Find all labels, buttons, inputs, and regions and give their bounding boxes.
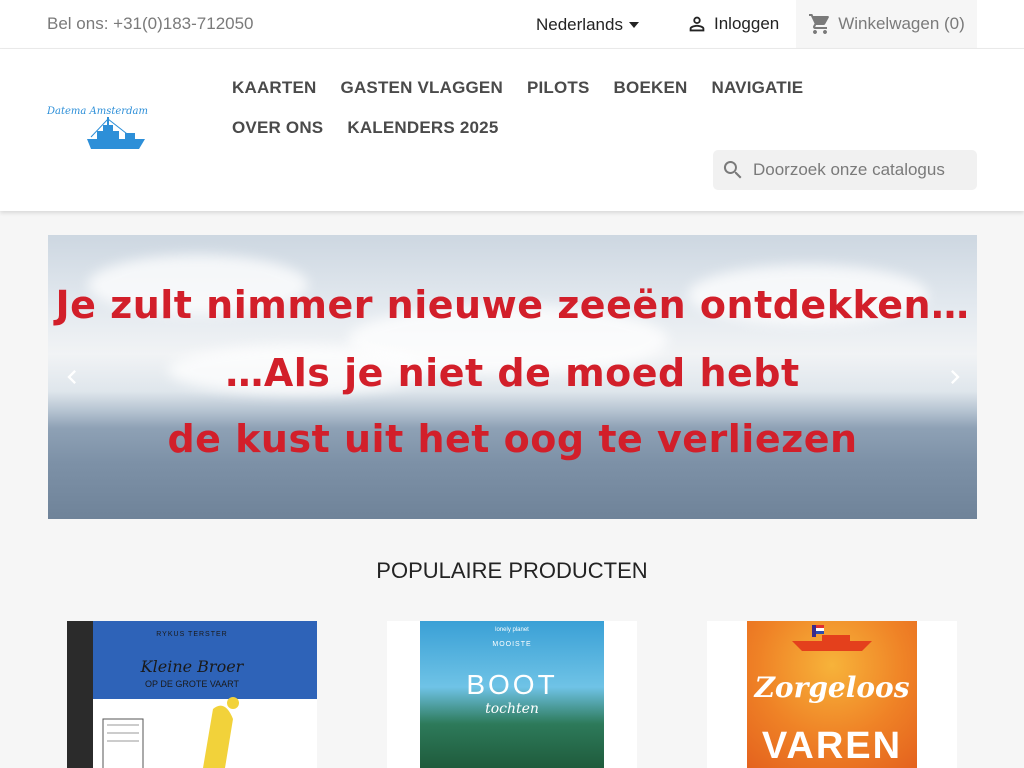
product-card[interactable]: Zorgeloos VAREN (707, 621, 957, 768)
chevron-left-icon[interactable] (58, 363, 86, 391)
illustration-image (93, 697, 317, 768)
book-title: BOOT (466, 669, 558, 700)
cart-label: Winkelwagen (0) (838, 14, 965, 33)
login-label: Inloggen (714, 14, 780, 33)
nav-item-kaarten[interactable]: KAARTEN (232, 77, 317, 99)
user-icon (689, 16, 705, 32)
nav-item-over-ons[interactable]: OVER ONS (232, 117, 323, 139)
boat-illustration (792, 625, 872, 651)
book-subtitle: OP DE GROTE VAART (144, 679, 240, 689)
product-card[interactable]: lonely planet MOOISTE BOOT tochten (387, 621, 637, 768)
book-title: Zorgeloos (754, 671, 910, 704)
slide-line-1: Je zult nimmer nieuwe zeeën ontdekken… (55, 283, 970, 327)
hero-carousel: Je zult nimmer nieuwe zeeën ontdekken… …… (48, 235, 977, 519)
search-input[interactable] (753, 160, 973, 180)
nav-item-gasten-vlaggen[interactable]: GASTEN VLAGGEN (341, 77, 503, 99)
slide-line-3: de kust uit het oog te verliezen (167, 417, 858, 461)
shopping-cart-icon (809, 14, 830, 34)
nav-item-pilots[interactable]: PILOTS (527, 77, 590, 99)
search-icon[interactable] (721, 158, 745, 182)
login-link[interactable]: Inloggen (686, 13, 779, 35)
book-spine (67, 621, 93, 768)
nav-item-boeken[interactable]: BOEKEN (614, 77, 688, 99)
book-subtitle: tochten (485, 701, 539, 717)
ship-logo-icon (87, 117, 145, 149)
language-label: Nederlands (536, 15, 623, 34)
book-author: RYKUS TERSTER (156, 631, 228, 638)
book-title: Kleine Broer (140, 657, 244, 676)
book-kicker: MOOISTE (492, 641, 532, 648)
product-cover: RYKUS TERSTER Kleine Broer OP DE GROTE V… (67, 621, 317, 768)
book-publisher: lonely planet (495, 627, 529, 633)
search-box (713, 150, 977, 190)
language-selector[interactable]: Nederlands (536, 15, 639, 35)
site-logo[interactable]: Datema Amsterdam (47, 106, 179, 152)
nav-item-kalenders-2025[interactable]: KALENDERS 2025 (347, 117, 498, 139)
main-header: Datema Amsterdam KAARTEN GASTEN VLAGGEN … (0, 49, 1024, 211)
slide-line-2: …Als je niet de moed hebt (225, 351, 800, 395)
cart-button[interactable]: Winkelwagen (0) (796, 0, 977, 48)
book-title-2: VAREN (761, 725, 903, 767)
product-card[interactable]: RYKUS TERSTER Kleine Broer OP DE GROTE V… (67, 621, 317, 768)
section-title-popular: POPULAIRE PRODUCTEN (376, 558, 648, 583)
main-navigation: KAARTEN GASTEN VLAGGEN PILOTS BOEKEN NAV… (232, 77, 892, 139)
product-cover: Zorgeloos VAREN (747, 621, 917, 768)
chevron-right-icon[interactable] (941, 363, 969, 391)
nav-item-navigatie[interactable]: NAVIGATIE (711, 77, 803, 99)
product-cover: lonely planet MOOISTE BOOT tochten (420, 621, 604, 768)
caret-down-icon (628, 22, 639, 28)
top-bar: Bel ons: +31(0)183-712050 Nederlands Inl… (0, 0, 1024, 49)
contact-phone: Bel ons: +31(0)183-712050 (47, 14, 254, 33)
